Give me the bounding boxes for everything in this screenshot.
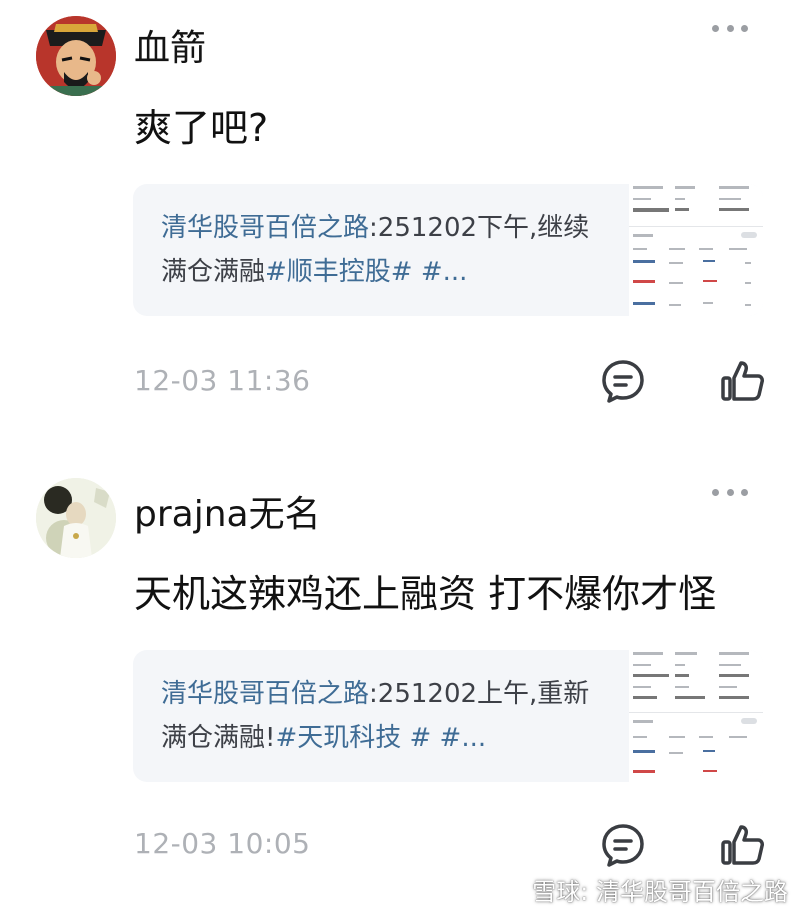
watermark-text: 雪球: 清华股哥百倍之路 — [532, 878, 788, 906]
user-avatar[interactable] — [36, 478, 116, 558]
quoted-post-text: 清华股哥百倍之路:251202上午,重新满仓满融!#天玑科技 # #... — [161, 679, 590, 753]
quoted-post-card[interactable]: 清华股哥百倍之路:251202上午,重新满仓满融!#天玑科技 # #... — [133, 650, 763, 782]
quoted-post-tags[interactable]: #顺丰控股# #... — [265, 257, 467, 287]
thumbs-up-icon[interactable] — [720, 822, 766, 868]
comment-item: prajna无名 天机这辣鸡还上融资 打不爆你才怪 清华股哥百倍之路:25120… — [0, 460, 800, 900]
timestamp: 12-03 10:05 — [134, 827, 311, 860]
comment-icon[interactable] — [600, 822, 646, 868]
quoted-post-thumbnail — [629, 184, 763, 316]
watermark: 雪球: 清华股哥百倍之路 — [502, 872, 788, 907]
avatar-image — [36, 16, 116, 96]
quoted-post-thumbnail — [629, 650, 763, 782]
comment-text: 天机这辣鸡还上融资 打不爆你才怪 — [134, 572, 717, 616]
thumbnail-image — [629, 650, 763, 782]
quoted-post-text: 清华股哥百倍之路:251202下午,继续满仓满融#顺丰控股# #... — [161, 213, 590, 287]
more-options-icon[interactable] — [712, 486, 748, 498]
username[interactable]: 血箭 — [134, 27, 206, 71]
username[interactable]: prajna无名 — [134, 493, 321, 537]
xueqiu-logo-icon — [503, 878, 526, 901]
more-options-icon[interactable] — [712, 22, 748, 34]
quoted-author[interactable]: 清华股哥百倍之路 — [161, 213, 369, 243]
quoted-post-tags[interactable]: #天玑科技 # #... — [275, 723, 486, 753]
quoted-author[interactable]: 清华股哥百倍之路 — [161, 679, 369, 709]
comment-icon[interactable] — [600, 358, 646, 404]
timestamp: 12-03 11:36 — [134, 364, 311, 397]
comment-text: 爽了吧? — [134, 106, 269, 150]
comment-item: 血箭 爽了吧? 清华股哥百倍之路:251202下午,继续满仓满融#顺丰控股# #… — [0, 0, 800, 430]
quoted-post-card[interactable]: 清华股哥百倍之路:251202下午,继续满仓满融#顺丰控股# #... — [133, 184, 763, 316]
thumbnail-image — [629, 184, 763, 316]
avatar-image — [36, 478, 116, 558]
user-avatar[interactable] — [36, 16, 116, 96]
thumbs-up-icon[interactable] — [720, 358, 766, 404]
